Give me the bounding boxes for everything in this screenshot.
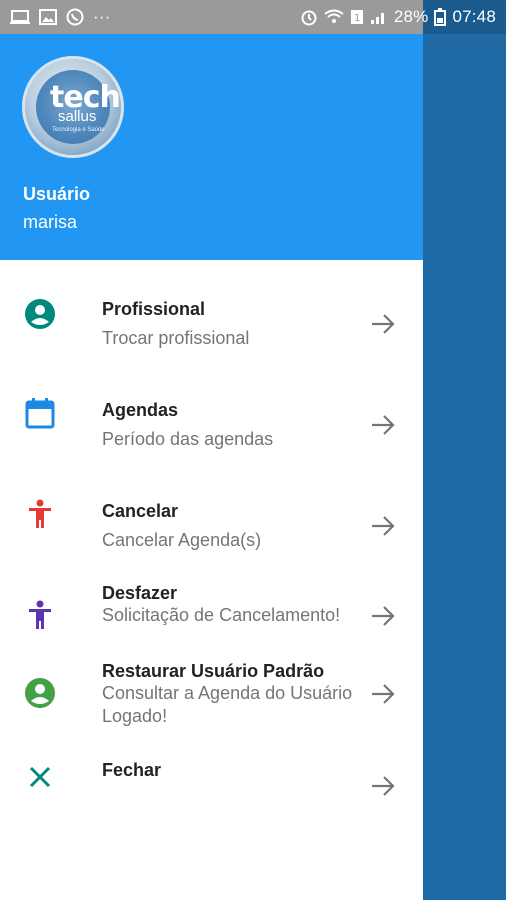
menu-item-subtitle: Solicitação de Cancelamento! [102, 605, 341, 625]
menu-item-title: Cancelar [102, 501, 179, 521]
alarm-icon [300, 8, 318, 26]
avatar: tech sallus Tecnologia e Saúde [22, 56, 124, 158]
arrow-right-icon [370, 311, 396, 337]
drawer-scrim[interactable] [423, 34, 506, 900]
account-circle-icon [24, 298, 56, 330]
clock: 07:48 [452, 7, 496, 26]
menu-item-subtitle: Período das agendas [102, 429, 274, 449]
arrow-right-icon [370, 603, 396, 629]
signal-icon [370, 9, 388, 25]
more-notifications: ··· [93, 7, 111, 26]
menu-item-subtitle: Trocar profissional [102, 328, 250, 348]
menu-item-subtitle: Consultar a Agenda do Usuário Logado! [102, 683, 353, 726]
person-icon [24, 498, 56, 530]
menu-item-title: Restaurar Usuário Padrão [102, 661, 325, 681]
close-icon [24, 761, 56, 793]
menu-item-subtitle: Cancelar Agenda(s) [102, 530, 262, 550]
menu-item-title: Fechar [102, 760, 162, 780]
logo-tagline: Tecnologia e Saúde [52, 127, 105, 133]
arrow-right-icon [370, 412, 396, 438]
person-icon [24, 599, 56, 631]
menu-item-cancelar[interactable]: Cancelar Cancelar Agenda(s) [0, 492, 423, 564]
menu-item-title: Agendas [102, 400, 179, 420]
menu-item-title: Desfazer [102, 583, 178, 603]
menu-item-restaurar-usuario-padrao[interactable]: Restaurar Usuário Padrão Consultar a Age… [0, 660, 423, 732]
status-bar: ··· 1 28% 07:48 [0, 0, 506, 34]
wifi-icon [324, 9, 344, 25]
arrow-right-icon [370, 681, 396, 707]
image-icon [39, 9, 57, 25]
navigation-drawer: tech sallus Tecnologia e Saúde Usuário m… [0, 34, 423, 900]
account-circle-icon [24, 677, 56, 709]
user-name: marisa [23, 212, 78, 232]
calendar-icon [24, 397, 56, 429]
logo-sallus-text: sallus [58, 108, 97, 125]
whatsapp-icon [66, 8, 84, 26]
sim-icon: 1 [350, 9, 364, 25]
menu-item-desfazer[interactable]: Desfazer Solicitação de Cancelamento! [0, 582, 423, 654]
battery-icon [434, 8, 447, 26]
menu-item-fechar[interactable]: Fechar [0, 758, 423, 818]
arrow-right-icon [370, 773, 396, 799]
laptop-icon [10, 9, 30, 25]
menu-item-agendas[interactable]: Agendas Período das agendas [0, 391, 423, 463]
battery-percent: 28% [393, 7, 429, 26]
arrow-right-icon [370, 513, 396, 539]
menu-item-title: Profissional [102, 299, 206, 319]
user-label: Usuário [23, 184, 91, 204]
drawer-header: tech sallus Tecnologia e Saúde Usuário m… [0, 34, 423, 260]
svg-text:1: 1 [354, 13, 360, 24]
menu-item-profissional[interactable]: Profissional Trocar profissional [0, 290, 423, 362]
